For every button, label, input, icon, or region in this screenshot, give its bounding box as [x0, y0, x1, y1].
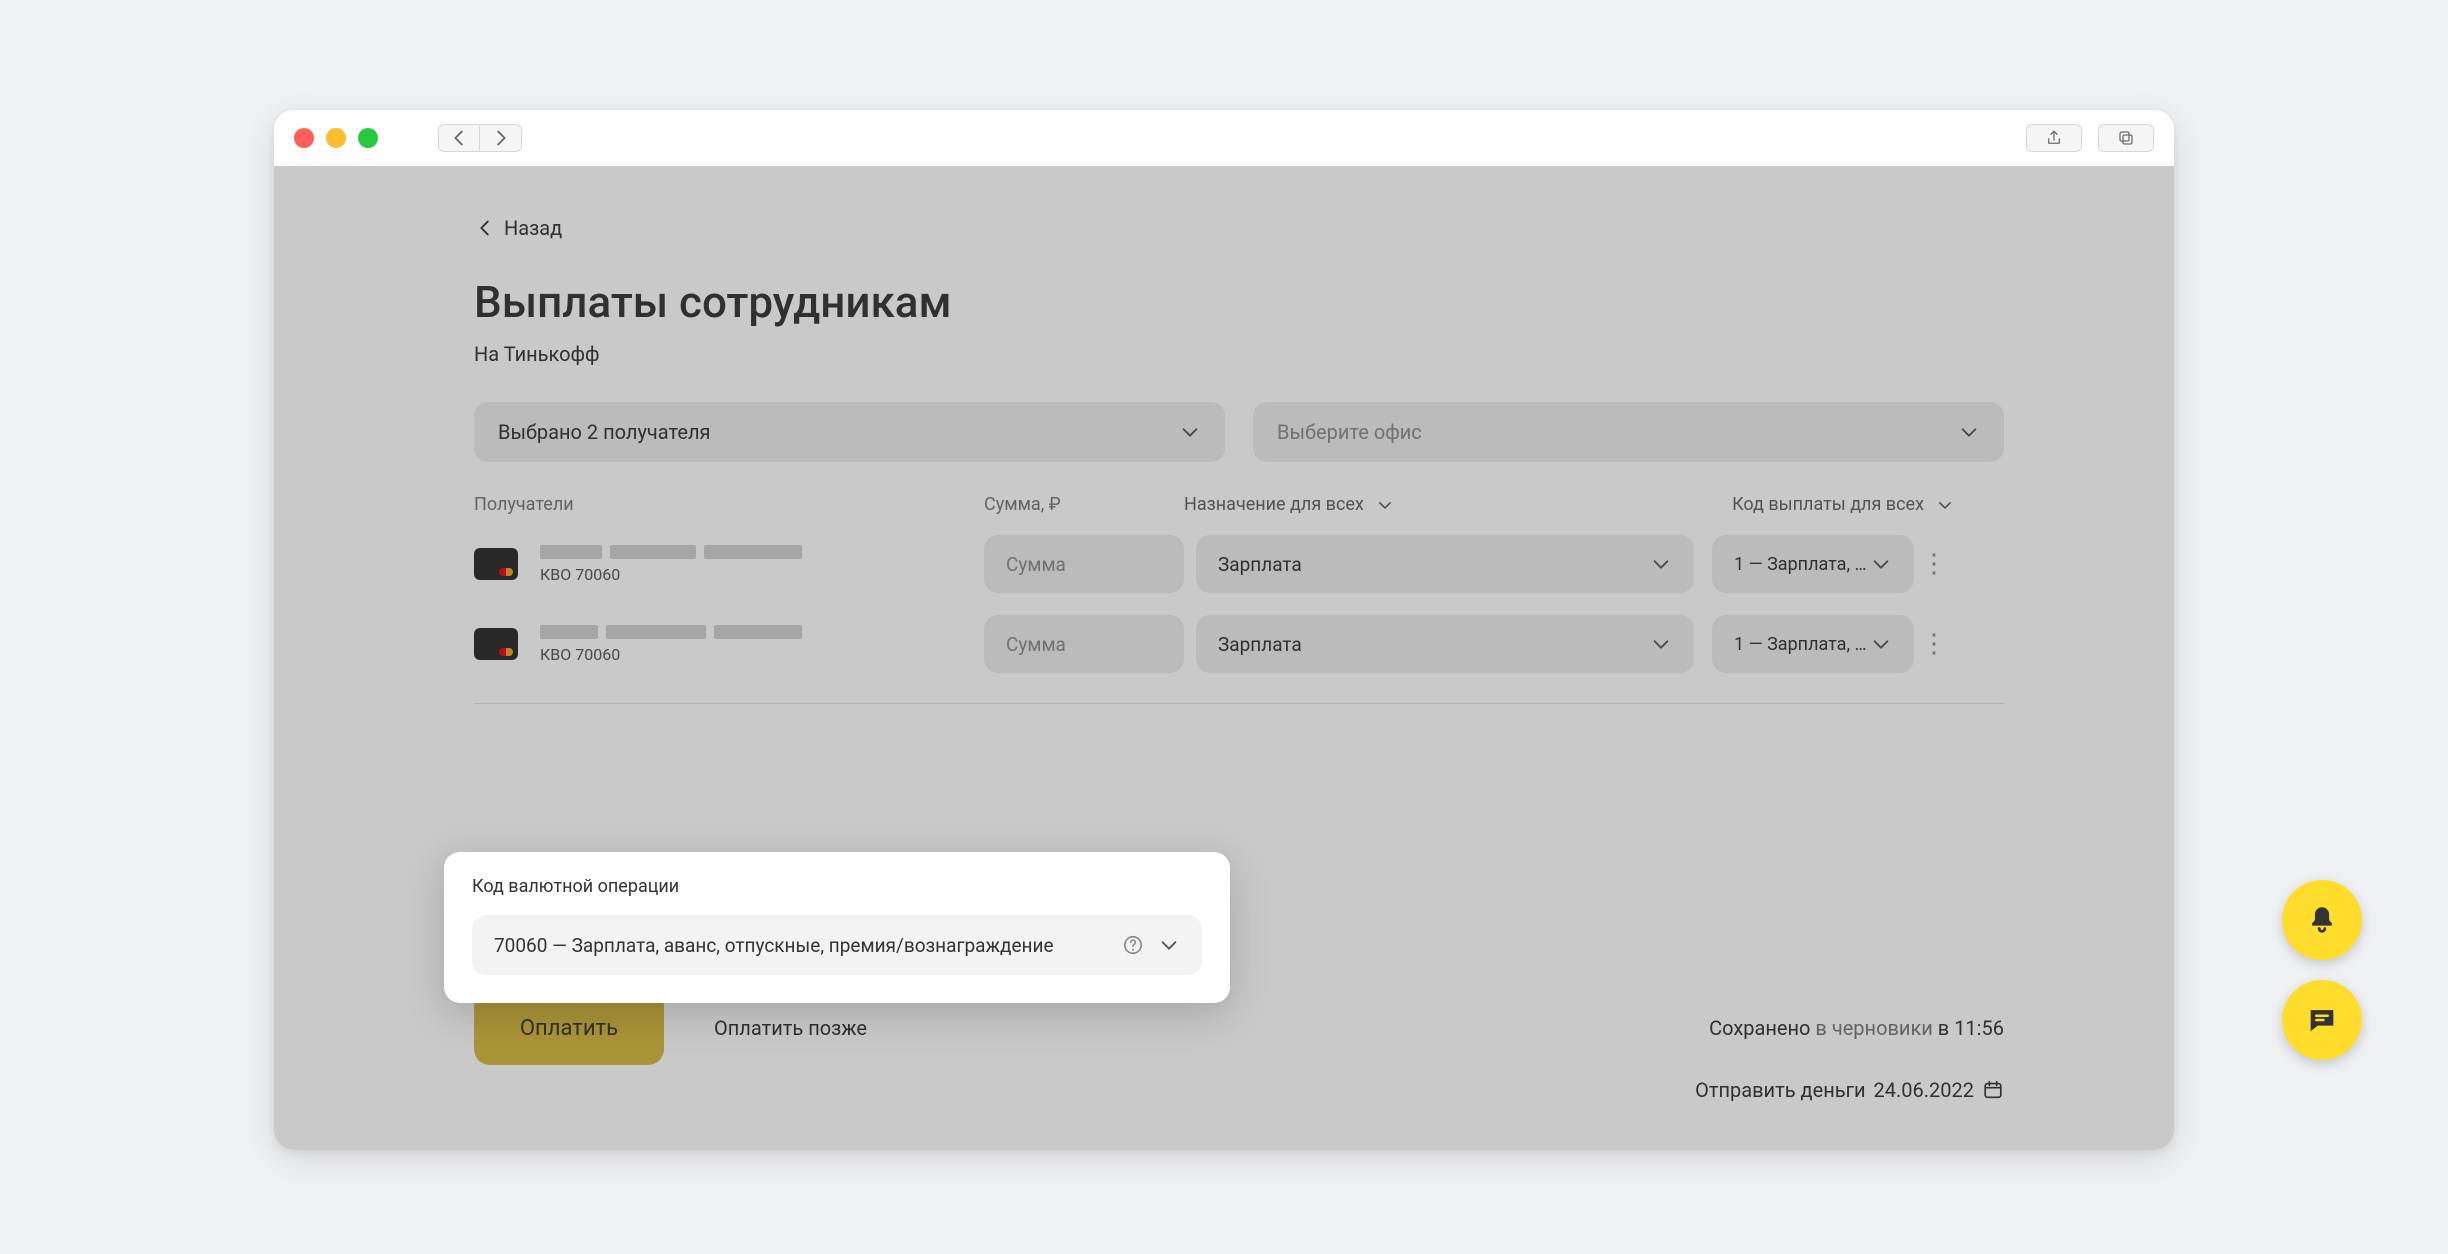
close-window-button[interactable] — [294, 128, 314, 148]
purpose-select[interactable]: Зарплата — [1196, 615, 1694, 673]
back-link[interactable]: Назад — [474, 216, 562, 240]
page-subtitle: На Тинькофф — [474, 342, 2004, 366]
chevron-down-icon — [1870, 553, 1892, 575]
chevron-down-icon — [1158, 934, 1180, 956]
col-recipients: Получатели — [474, 494, 984, 515]
purpose-select[interactable]: Зарплата — [1196, 535, 1694, 593]
chevron-down-icon — [1936, 496, 1954, 514]
back-link-label: Назад — [504, 216, 562, 240]
nav-back-button[interactable] — [438, 124, 480, 152]
office-select-placeholder: Выберите офис — [1277, 420, 1422, 444]
help-icon[interactable] — [1122, 934, 1144, 956]
row-more-button[interactable]: ⋮ — [1914, 629, 1954, 659]
bell-icon — [2305, 903, 2339, 937]
app-window: Назад Выплаты сотрудникам На Тинькофф Вы… — [274, 110, 2174, 1150]
chevron-down-icon — [1870, 633, 1892, 655]
kvo-card: Код валютной операции 70060 — Зарплата, … — [444, 852, 1230, 1003]
page-title: Выплаты сотрудникам — [474, 276, 2004, 328]
recipient-kvo-sub: КВО 70060 — [540, 645, 802, 664]
send-money-block[interactable]: Отправить деньги 24.06.2022 — [1695, 1078, 2004, 1102]
chat-fab[interactable] — [2282, 980, 2362, 1060]
content-area: Назад Выплаты сотрудникам На Тинькофф Вы… — [274, 166, 2174, 1150]
card-icon — [474, 628, 518, 660]
window-titlebar — [274, 110, 2174, 166]
chevron-down-icon — [1179, 421, 1201, 443]
recipient-name-masked — [540, 545, 802, 559]
share-button[interactable] — [2026, 124, 2082, 152]
office-select[interactable]: Выберите офис — [1253, 402, 2004, 462]
col-sum: Сумма, ₽ — [984, 494, 1184, 515]
chevron-down-icon — [1376, 496, 1394, 514]
sum-input[interactable]: Сумма — [984, 535, 1184, 593]
copy-button[interactable] — [2098, 124, 2154, 152]
recipient-row: КВО 70060 Сумма Зарплата 1 — Зарплата, о… — [474, 615, 2004, 673]
col-kvo-for-all[interactable]: Код выплаты для всех — [1694, 494, 1954, 515]
chevron-down-icon — [1650, 633, 1672, 655]
kvo-card-select[interactable]: 70060 — Зарплата, аванс, отпускные, прем… — [472, 915, 1202, 975]
card-icon — [474, 548, 518, 580]
recipients-select[interactable]: Выбрано 2 получателя — [474, 402, 1225, 462]
saved-info: Сохранено в черновики в 11:56 — [1709, 1016, 2004, 1040]
recipient-kvo-sub: КВО 70060 — [540, 565, 802, 584]
pay-later-link[interactable]: Оплатить позже — [714, 1016, 867, 1040]
chevron-left-icon — [474, 217, 496, 239]
calendar-icon — [1982, 1079, 2004, 1101]
maximize-window-button[interactable] — [358, 128, 378, 148]
nav-buttons — [438, 124, 522, 152]
kvo-select[interactable]: 1 — Зарплата, о… — [1712, 535, 1914, 593]
kvo-select[interactable]: 1 — Зарплата, о… — [1712, 615, 1914, 673]
recipients-select-text: Выбрано 2 получателя — [498, 420, 711, 444]
window-traffic-lights — [294, 128, 378, 148]
row-more-button[interactable]: ⋮ — [1914, 549, 1954, 579]
notifications-fab[interactable] — [2282, 880, 2362, 960]
sum-input[interactable]: Сумма — [984, 615, 1184, 673]
recipient-name-masked — [540, 625, 802, 639]
divider — [474, 703, 2004, 704]
nav-forward-button[interactable] — [480, 124, 522, 152]
chat-icon — [2305, 1003, 2339, 1037]
col-purpose-for-all[interactable]: Назначение для всех — [1184, 494, 1694, 515]
chevron-down-icon — [1958, 421, 1980, 443]
kvo-card-label: Код валютной операции — [472, 876, 1202, 897]
recipient-row: КВО 70060 Сумма Зарплата 1 — Зарплата, о… — [474, 535, 2004, 593]
minimize-window-button[interactable] — [326, 128, 346, 148]
chevron-down-icon — [1650, 553, 1672, 575]
